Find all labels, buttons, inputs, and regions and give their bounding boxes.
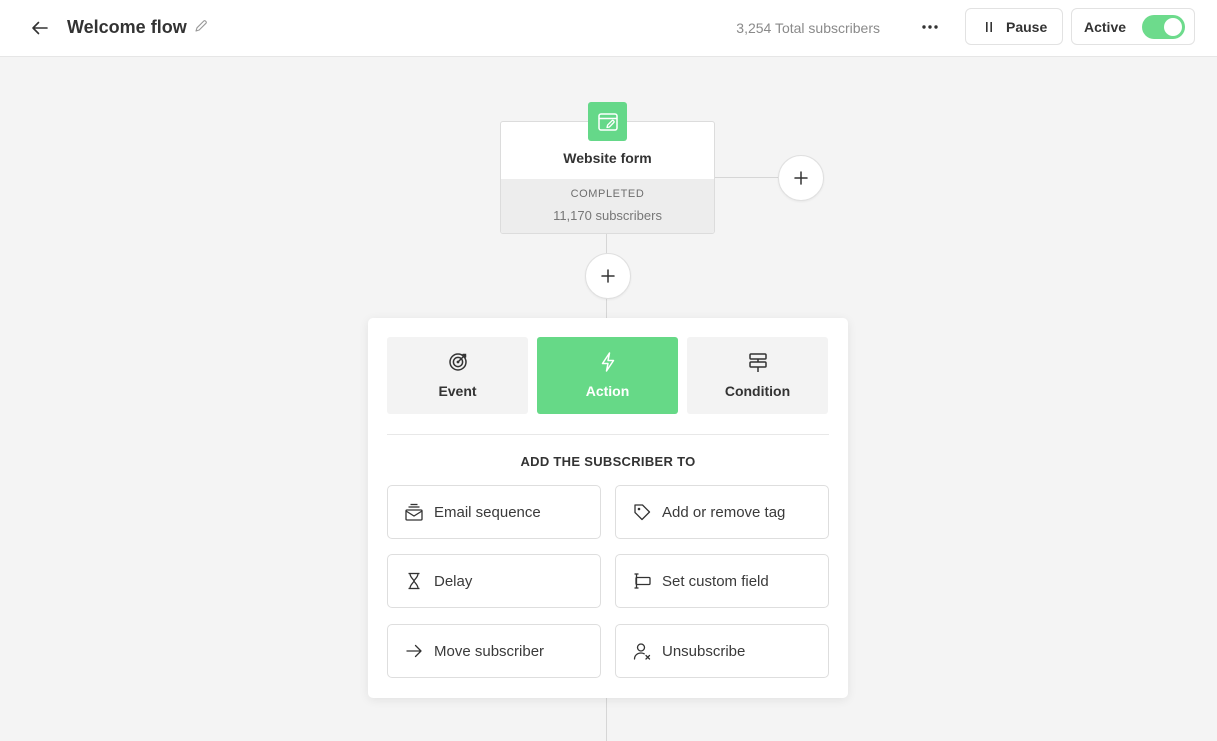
arrow-left-icon <box>32 21 48 35</box>
back-button[interactable] <box>26 14 54 42</box>
edit-title-button[interactable] <box>194 19 210 35</box>
tab-label: Condition <box>724 383 791 399</box>
connector-below-picker <box>606 698 607 741</box>
lightning-icon <box>601 352 614 372</box>
option-label: Move subscriber <box>434 642 545 660</box>
tab-condition[interactable]: Condition <box>687 337 828 414</box>
add-step-button[interactable] <box>585 253 631 299</box>
add-branch-button[interactable] <box>778 155 824 201</box>
user-remove-icon <box>633 643 651 660</box>
trigger-subscriber-count: 11,170 subscribers <box>553 208 662 223</box>
pencil-icon <box>195 20 207 32</box>
plus-icon <box>601 269 615 283</box>
option-label: Delay <box>434 572 473 590</box>
arrow-right-icon <box>406 644 422 658</box>
ellipsis-icon <box>922 25 938 29</box>
custom-field-icon <box>634 573 651 589</box>
trigger-stats: COMPLETED 11,170 subscribers <box>501 179 714 233</box>
trigger-status: COMPLETED <box>570 188 645 200</box>
option-label: Set custom field <box>662 572 769 590</box>
hourglass-icon <box>408 572 420 590</box>
trigger-title: Website form <box>563 150 652 166</box>
active-toggle[interactable] <box>1142 14 1186 39</box>
more-options-button[interactable] <box>914 13 946 41</box>
section-heading: ADD THE SUBSCRIBER TO <box>520 454 696 469</box>
option-add-remove-tag[interactable]: Add or remove tag <box>615 485 829 539</box>
option-label: Email sequence <box>434 503 541 521</box>
active-status: Active <box>1071 8 1195 45</box>
divider <box>387 434 829 435</box>
option-unsubscribe[interactable]: Unsubscribe <box>615 624 829 678</box>
connector-to-picker <box>606 298 607 318</box>
option-delay[interactable]: Delay <box>387 554 601 608</box>
tab-label: Event <box>438 383 477 399</box>
tab-label: Action <box>585 383 630 399</box>
option-move-subscriber[interactable]: Move subscriber <box>387 624 601 678</box>
top-bar: Welcome flow 3,254 Total subscribers Pau… <box>0 0 1217 57</box>
signpost-icon <box>748 353 767 372</box>
pause-label: Pause <box>1006 18 1048 35</box>
option-email-sequence[interactable]: Email sequence <box>387 485 601 539</box>
tab-action[interactable]: Action <box>537 337 678 414</box>
plus-icon <box>794 171 808 185</box>
target-icon <box>448 353 467 371</box>
toggle-knob <box>1164 17 1183 36</box>
option-label: Add or remove tag <box>662 503 786 521</box>
tab-event[interactable]: Event <box>387 337 528 414</box>
tag-icon <box>634 504 651 521</box>
step-picker-panel: Event Action Condition ADD THE SUBSCRIBE… <box>368 318 848 698</box>
active-label: Active <box>1084 18 1127 35</box>
website-form-icon <box>588 102 627 141</box>
pause-button[interactable]: Pause <box>965 8 1063 45</box>
total-subscribers: 3,254 Total subscribers <box>736 20 880 36</box>
option-set-custom-field[interactable]: Set custom field <box>615 554 829 608</box>
connector-trigger-right <box>715 177 779 178</box>
flow-title: Welcome flow <box>67 17 187 37</box>
email-sequence-icon <box>405 503 423 521</box>
option-label: Unsubscribe <box>662 642 746 660</box>
pause-icon <box>986 21 992 32</box>
connector-trigger-down <box>606 234 607 254</box>
